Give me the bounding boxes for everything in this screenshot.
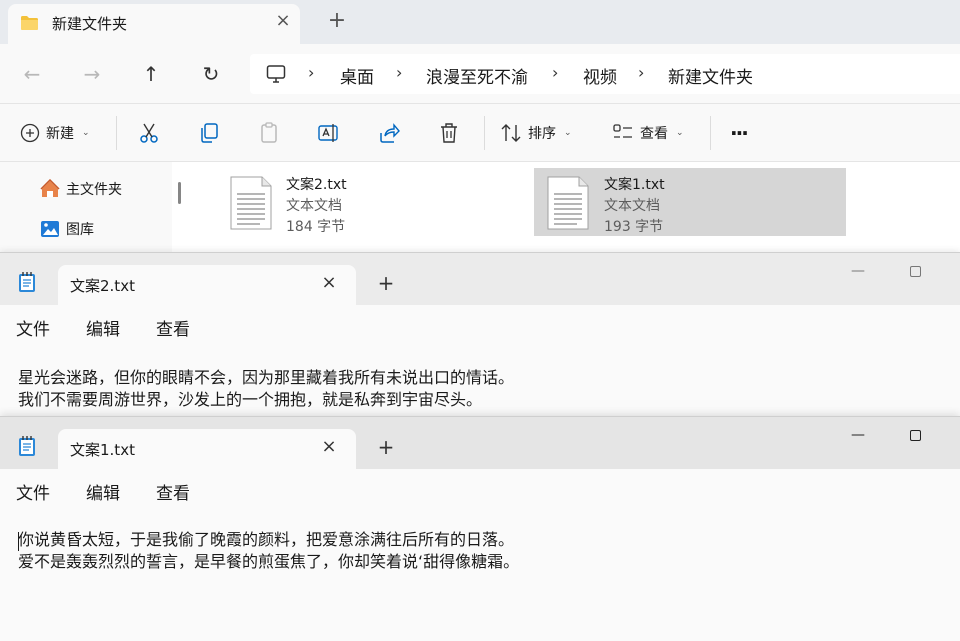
close-icon[interactable]: × [320,438,338,456]
notepad-tab-bar: 文案1.txt × + — [0,417,960,469]
notepad-menu-bar: 文件 编辑 查看 [0,305,960,345]
file-item-wenan2[interactable]: 文案2.txt 文本文档 184 字节 [222,168,522,236]
maximize-icon [909,265,921,277]
notepad-window-wenan2: 文案2.txt × + — 文件 编辑 查看 星光会迷路，但你的眼睛不会，因为那… [0,252,960,418]
breadcrumb-separator: › [552,63,559,82]
new-tab-button[interactable]: + [376,437,396,457]
minimize-button[interactable]: — [848,261,868,281]
breadcrumb-item-desktop[interactable]: 桌面 [340,63,374,88]
text-cursor [18,532,19,551]
chevron-down-icon: ⌄ [676,128,684,138]
sidebar-item-home[interactable]: 主文件夹 [40,178,122,200]
breadcrumb-item-folder[interactable]: 浪漫至死不渝 [426,63,528,88]
file-size: 184 字节 [286,219,346,235]
maximize-icon [909,429,921,441]
file-type: 文本文档 [286,198,342,214]
text-line: 星光会迷路，但你的眼睛不会，因为那里藏着我所有未说出口的情话。 [18,368,515,387]
text-line: 我们不需要周游世界，沙发上的一个拥抱，就是私奔到宇宙尽头。 [18,390,483,409]
menu-view[interactable]: 查看 [156,479,190,504]
chevron-down-icon: ⌄ [564,128,572,138]
maximize-button[interactable] [905,261,925,281]
notepad-text-area[interactable]: 星光会迷路，但你的眼睛不会，因为那里藏着我所有未说出口的情话。 我们不需要周游世… [18,367,514,411]
file-explorer-window: 新建文件夹 × + ← → ↑ ↻ › 桌面 › 浪漫至死不渝 › 视频 › 新… [0,0,960,256]
breadcrumb-separator: › [308,63,315,82]
sidebar-item-gallery[interactable]: 图库 [40,218,94,240]
text-line: 你说黄昏太短，于是我偷了晚霞的颜料，把爱意涂满往后所有的日落。 [18,530,515,549]
menu-view[interactable]: 查看 [156,315,190,340]
close-icon[interactable]: × [320,274,338,292]
file-name: 文案1.txt [604,177,665,193]
explorer-content: 主文件夹 图库 文案2.txt 文本文档 184 字节 文案1.txt 文本文档… [0,162,960,256]
gallery-icon [41,221,59,237]
new-button[interactable]: 新建 ⌄ [20,119,90,147]
sort-icon [501,124,521,142]
up-arrow-icon[interactable]: ↑ [137,60,165,88]
sidebar-item-label: 图库 [66,222,94,238]
explorer-tab-title: 新建文件夹 [52,15,128,33]
delete-icon[interactable] [437,121,461,145]
back-arrow-icon[interactable]: ← [18,60,46,88]
menu-edit[interactable]: 编辑 [86,315,120,340]
view-icon [613,124,632,138]
sort-button[interactable]: 排序 ⌄ [500,119,572,147]
notepad-tab-bar: 文案2.txt × + — [0,253,960,305]
cut-icon[interactable] [137,121,161,145]
toolbar-divider [116,116,117,150]
plus-circle-icon [20,123,40,143]
text-line: 爱不是轰轰烈烈的誓言，是早餐的煎蛋焦了，你却笑着说‘甜得像糖霜。 [18,552,520,571]
notepad-menu-bar: 文件 编辑 查看 [0,469,960,509]
file-size: 193 字节 [604,219,664,235]
toolbar-divider [710,116,711,150]
this-pc-icon[interactable] [266,64,286,84]
menu-file[interactable]: 文件 [16,315,50,340]
sort-button-label: 排序 [528,126,556,142]
navigation-pane: 主文件夹 图库 [0,162,172,256]
notepad-app-icon [19,436,35,456]
folder-icon [21,16,38,30]
breadcrumb-item-current[interactable]: 新建文件夹 [668,63,753,88]
sidebar-scrollbar[interactable] [178,182,181,204]
notepad-tab-title: 文案1.txt [70,441,135,459]
file-name: 文案2.txt [286,177,347,193]
notepad-tab[interactable]: 文案2.txt × [58,265,356,305]
new-tab-button[interactable]: + [326,10,348,32]
home-icon [40,179,60,197]
menu-edit[interactable]: 编辑 [86,479,120,504]
menu-file[interactable]: 文件 [16,479,50,504]
file-item-wenan1[interactable]: 文案1.txt 文本文档 193 字节 [534,168,846,236]
view-button-label: 查看 [640,126,668,142]
text-file-icon [547,176,589,230]
file-type: 文本文档 [604,198,660,214]
explorer-command-bar: 新建 ⌄ 排序 ⌄ 查看 ⌄ ··· [0,104,960,162]
breadcrumb-separator: › [396,63,403,82]
toolbar-divider [484,116,485,150]
forward-arrow-icon[interactable]: → [78,60,106,88]
view-button[interactable]: 查看 ⌄ [612,119,684,147]
chevron-down-icon: ⌄ [82,128,90,138]
more-options-icon[interactable]: ··· [730,119,749,147]
minimize-button[interactable]: — [848,425,868,445]
explorer-tab[interactable]: 新建文件夹 × [8,4,300,44]
close-icon[interactable]: × [274,12,292,30]
breadcrumb-separator: › [638,63,645,82]
notepad-text-area[interactable]: 你说黄昏太短，于是我偷了晚霞的颜料，把爱意涂满往后所有的日落。 爱不是轰轰烈烈的… [18,529,519,573]
explorer-nav-bar: ← → ↑ ↻ › 桌面 › 浪漫至死不渝 › 视频 › 新建文件夹 [0,44,960,104]
refresh-icon[interactable]: ↻ [197,60,225,88]
copy-icon[interactable] [197,121,221,145]
notepad-window-wenan1: 文案1.txt × + — 文件 编辑 查看 你说黄昏太短，于是我偷了晚霞的颜料… [0,416,960,641]
breadcrumb-item-videos[interactable]: 视频 [583,63,617,88]
explorer-tab-bar: 新建文件夹 × + [0,0,960,44]
address-bar[interactable]: › 桌面 › 浪漫至死不渝 › 视频 › 新建文件夹 [250,54,960,94]
sidebar-item-label: 主文件夹 [66,182,122,198]
notepad-tab-title: 文案2.txt [70,277,135,295]
text-file-icon [230,176,272,230]
notepad-app-icon [19,272,35,292]
rename-icon[interactable] [317,121,341,145]
paste-icon[interactable] [257,121,281,145]
maximize-button[interactable] [905,425,925,445]
share-icon[interactable] [377,121,401,145]
notepad-tab[interactable]: 文案1.txt × [58,429,356,469]
new-button-label: 新建 [46,126,74,142]
new-tab-button[interactable]: + [376,273,396,293]
